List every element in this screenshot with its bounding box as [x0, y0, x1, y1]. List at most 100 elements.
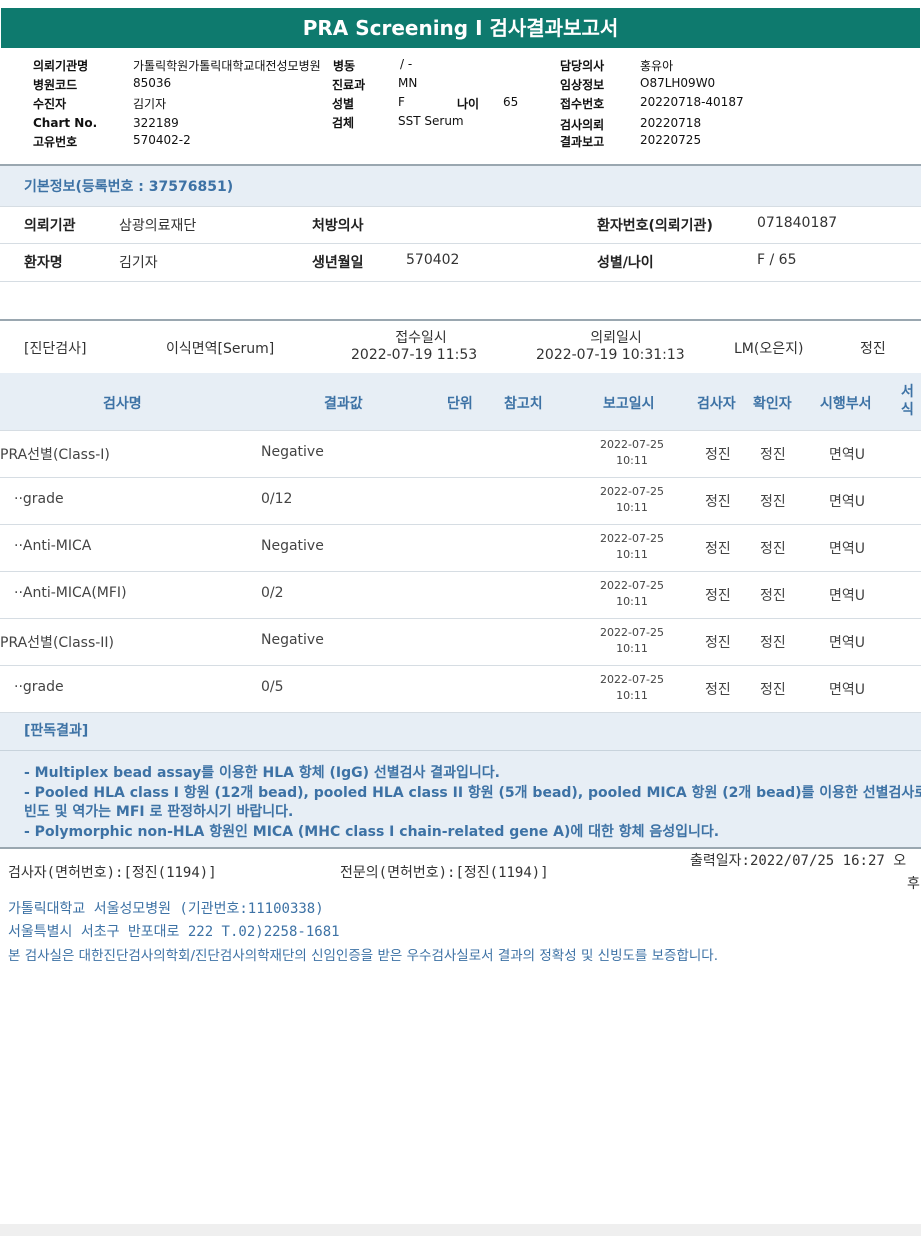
birth-value: 570402 — [406, 252, 460, 268]
basic-info-heading: 기본정보(등록번호 : 37576851) — [24, 179, 234, 195]
interpretation-line: 빈도 및 역가는 MFI 로 판정하시기 바랍니다. — [24, 804, 294, 820]
report-date-cell: 2022-07-25 — [600, 438, 664, 451]
tester-cell: 정진 — [705, 447, 731, 463]
test-request-label: 검사의뢰 — [560, 118, 605, 132]
birth-label: 생년월일 — [312, 255, 364, 271]
unique-no-value: 570402-2 — [133, 133, 191, 147]
department-cell: 면역U — [829, 588, 866, 604]
test-name-cell: ··Anti-MICA(MFI) — [14, 585, 127, 601]
report-date-cell: 2022-07-25 — [600, 532, 664, 545]
interpretation-heading: [판독결과] — [24, 723, 89, 739]
ward-label: 병동 — [332, 57, 356, 74]
requesting-institution-label: 의뢰기관명 — [33, 59, 89, 73]
result-report-value: 20220725 — [640, 133, 702, 147]
doctor-label: 담당의사 — [560, 59, 605, 73]
report-time-cell: 10:11 — [616, 548, 648, 561]
result-cell: 0/5 — [261, 679, 284, 695]
doctor-value: 홍유아 — [640, 59, 674, 73]
col-reference: 참고치 — [504, 396, 543, 412]
unique-no-label: 고유번호 — [33, 135, 78, 149]
footer-print-date: 출력일자:2022/07/25 16:27 오 — [690, 853, 907, 869]
requesting-institution-value: 가톨릭학원가톨릭대학교대전성모병원 — [133, 59, 321, 73]
exam-person: 정진 — [860, 341, 886, 357]
test-request-value: 20220718 — [640, 116, 702, 130]
divider — [0, 281, 921, 282]
tester-cell: 정진 — [705, 494, 731, 510]
requested-value: 2022-07-19 10:31:13 — [536, 347, 685, 363]
col-test-name: 검사명 — [103, 396, 142, 412]
divider — [0, 847, 921, 849]
checker-cell: 정진 — [760, 447, 786, 463]
department-cell: 면역U — [829, 635, 866, 651]
footer-print-date-suffix: 후 — [907, 876, 920, 892]
patient-name-value: 김기자 — [119, 255, 158, 271]
department-cell: 면역U — [829, 447, 866, 463]
hospital-code-value: 85036 — [133, 76, 172, 90]
report-time-cell: 10:11 — [616, 454, 648, 467]
exam-divider — [0, 319, 921, 321]
department-value: MN — [398, 76, 418, 90]
receipt-no-label: 접수번호 — [560, 97, 605, 111]
specimen-label: 검체 — [332, 116, 355, 130]
test-name-cell: ··Anti-MICA — [14, 538, 92, 554]
report-page: PRA Screening I 검사결과보고서 의뢰기관명 가톨릭학원가톨릭대학… — [0, 0, 921, 1224]
receipt-no-value: 20220718-40187 — [640, 95, 744, 109]
tester-cell: 정진 — [705, 588, 731, 604]
interpretation-line: - Multiplex bead assay를 이용한 HLA 항체 (IgG)… — [24, 765, 500, 781]
results-table-header: 검사명 결과값 단위 참고치 보고일시 검사자 확인자 시행부서 서식 — [0, 373, 921, 430]
footer-address: 서울특별시 서초구 반포대로 222 T.02)2258-1681 — [8, 924, 340, 940]
result-cell: Negative — [261, 538, 324, 554]
institution-label: 의뢰기관 — [24, 218, 76, 234]
result-report-label: 결과보고 — [560, 135, 605, 149]
col-department: 시행부서 — [820, 396, 872, 412]
interpretation-section: [판독결과] — [0, 713, 921, 750]
sex-age-label: 성별/나이 — [597, 255, 654, 271]
ward-value: / - — [400, 57, 413, 71]
footer-hospital: 가톨릭대학교 서울성모병원 (기관번호:11100338) — [8, 901, 324, 917]
divider — [0, 206, 921, 207]
requested-label: 의뢰일시 — [590, 330, 642, 346]
checker-cell: 정진 — [760, 494, 786, 510]
footer-specialist: 전문의(면허번호):[정진(1194)] — [340, 865, 549, 881]
hospital-code-label: 병원코드 — [33, 78, 78, 92]
department-label: 진료과 — [332, 78, 366, 92]
age-label: 나이 — [457, 97, 480, 111]
report-date-cell: 2022-07-25 — [600, 626, 664, 639]
result-cell: 0/2 — [261, 585, 284, 601]
specimen-value: SST Serum — [398, 114, 464, 128]
test-name-cell: ··grade — [14, 679, 64, 695]
exam-category: [진단검사] — [24, 341, 87, 357]
patient-name-label: 환자명 — [24, 255, 63, 271]
tester-cell: 정진 — [705, 635, 731, 651]
tester-cell: 정진 — [705, 682, 731, 698]
checker-cell: 정진 — [760, 588, 786, 604]
clinical-info-value: O87LH09W0 — [640, 76, 716, 90]
col-checker: 확인자 — [753, 396, 792, 412]
interpretation-line: - Polymorphic non-HLA 항원인 MICA (MHC clas… — [24, 824, 720, 840]
exam-name: 이식면역[Serum] — [166, 341, 275, 357]
patient-label: 수진자 — [33, 97, 67, 111]
footer-tester: 검사자(면허번호):[정진(1194)] — [8, 865, 217, 881]
footer-certification: 본 검사실은 대한진단검사의학회/진단검사의학재단의 신임인증을 받은 우수검사… — [8, 948, 719, 964]
result-cell: Negative — [261, 444, 324, 460]
sex-label: 성별 — [332, 97, 355, 111]
report-time-cell: 10:11 — [616, 501, 648, 514]
sex-value: F — [398, 95, 405, 109]
report-time-cell: 10:11 — [616, 595, 648, 608]
interpretation-line: - Pooled HLA class I 항원 (12개 bead), pool… — [24, 785, 921, 801]
checker-cell: 정진 — [760, 682, 786, 698]
department-cell: 면역U — [829, 682, 866, 698]
test-name-cell: ··grade — [14, 491, 64, 507]
sex-age-value: F / 65 — [757, 252, 797, 268]
test-name-cell: PRA선별(Class-II) — [0, 635, 115, 651]
received-label: 접수일시 — [395, 330, 447, 346]
chart-no-value: 322189 — [133, 116, 179, 130]
patient-value: 김기자 — [133, 97, 167, 111]
basic-info-section: 기본정보(등록번호 : 37576851) — [0, 166, 921, 206]
checker-cell: 정진 — [760, 635, 786, 651]
institution-value: 삼광의료재단 — [119, 218, 197, 234]
clinical-info-label: 임상정보 — [560, 78, 605, 92]
report-title: PRA Screening I 검사결과보고서 — [1, 8, 920, 48]
col-unit: 단위 — [447, 396, 473, 412]
prescriber-label: 처방의사 — [312, 218, 364, 234]
